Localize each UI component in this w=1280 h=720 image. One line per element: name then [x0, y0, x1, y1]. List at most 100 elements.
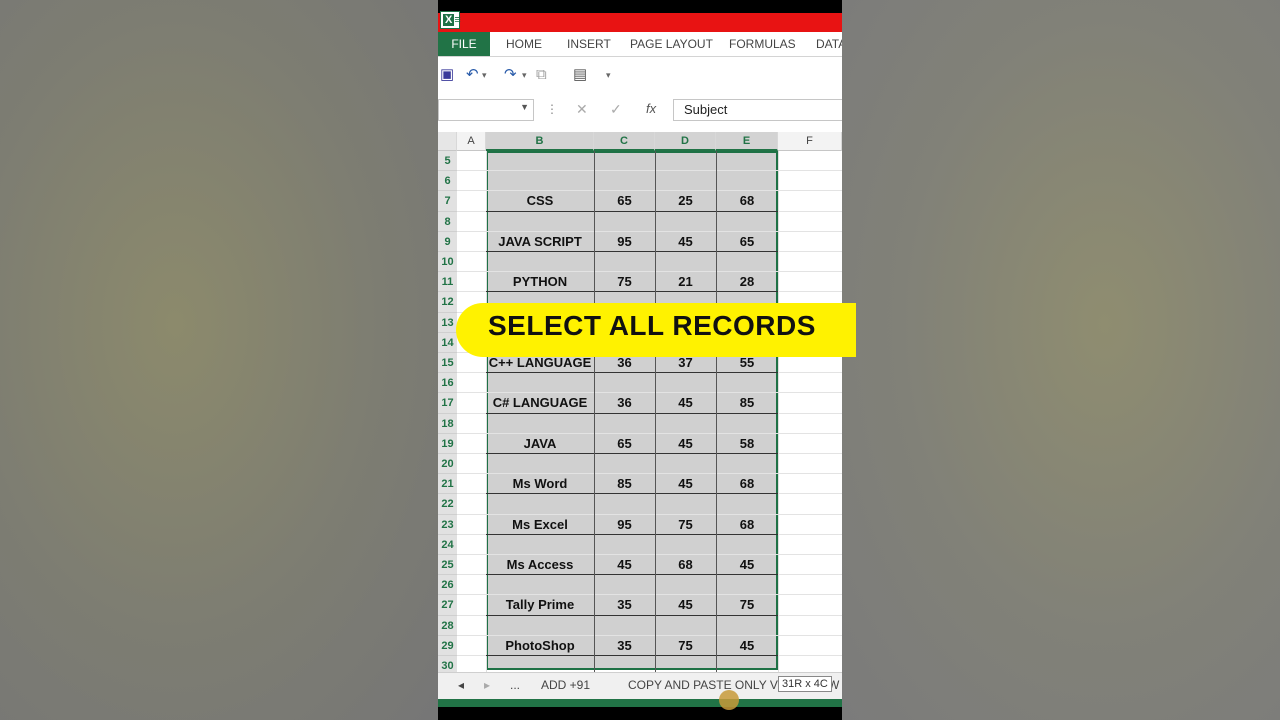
- enter-icon[interactable]: ✓: [610, 101, 622, 118]
- cell-b[interactable]: [486, 252, 594, 272]
- cell-d[interactable]: [655, 494, 716, 514]
- cell-e[interactable]: [716, 171, 778, 191]
- cell-e[interactable]: [716, 616, 778, 636]
- sheet-more[interactable]: ...: [510, 678, 520, 692]
- cell-e[interactable]: 68: [716, 474, 778, 495]
- undo-dropdown-icon[interactable]: ▾: [482, 66, 487, 84]
- sheet-next-icon[interactable]: ▸: [484, 678, 490, 692]
- row-header[interactable]: 22: [438, 494, 457, 515]
- worksheet-grid[interactable]: A B C D E F 5 6 7 CSS 65 25 68 8 9 JAVA SCRIPT 95 4…: [438, 132, 842, 677]
- cell-c[interactable]: [594, 414, 655, 434]
- row-header[interactable]: 29: [438, 635, 457, 656]
- col-header-f[interactable]: F: [778, 132, 842, 151]
- cell-d[interactable]: [655, 252, 716, 272]
- cell-e[interactable]: [716, 454, 778, 474]
- col-header-d[interactable]: D: [655, 132, 716, 151]
- cell-c[interactable]: [594, 171, 655, 191]
- row-header[interactable]: 15: [438, 353, 457, 374]
- cell-c[interactable]: 36: [594, 393, 655, 414]
- cell-c[interactable]: 95: [594, 232, 655, 252]
- cell-c[interactable]: [594, 575, 655, 595]
- cell-b[interactable]: CSS: [486, 191, 594, 212]
- row-header[interactable]: 8: [438, 211, 457, 232]
- col-header-a[interactable]: A: [457, 132, 486, 151]
- cell-c[interactable]: 65: [594, 434, 655, 454]
- cell-d[interactable]: 25: [655, 191, 716, 212]
- row-header[interactable]: 5: [438, 151, 457, 172]
- cell-d[interactable]: [655, 414, 716, 434]
- redo-dropdown-icon[interactable]: ▾: [522, 66, 527, 84]
- cell-b[interactable]: [486, 616, 594, 636]
- col-header-b[interactable]: B: [486, 132, 594, 151]
- cell-c[interactable]: 35: [594, 636, 655, 656]
- cell-b[interactable]: [486, 414, 594, 434]
- cell-c[interactable]: [594, 616, 655, 636]
- cell-c[interactable]: [594, 535, 655, 555]
- cell-b[interactable]: PhotoShop: [486, 636, 594, 656]
- cell-c[interactable]: 45: [594, 555, 655, 576]
- cell-e[interactable]: [716, 535, 778, 555]
- cell-e[interactable]: 68: [716, 191, 778, 212]
- cell-b[interactable]: C# LANGUAGE: [486, 393, 594, 414]
- row-header[interactable]: 7: [438, 191, 457, 212]
- cell-b[interactable]: Ms Access: [486, 555, 594, 576]
- cell-d[interactable]: 75: [655, 515, 716, 535]
- cell-c[interactable]: [594, 373, 655, 393]
- form-icon[interactable]: ▤: [573, 66, 587, 84]
- cell-d[interactable]: [655, 616, 716, 636]
- sheet-prev-icon[interactable]: ◂: [458, 678, 464, 692]
- cell-d[interactable]: [655, 151, 716, 171]
- cell-d[interactable]: [655, 373, 716, 393]
- tab-formulas[interactable]: FORMULAS: [729, 32, 796, 56]
- row-header[interactable]: 14: [438, 332, 457, 353]
- cell-c[interactable]: 95: [594, 515, 655, 535]
- cell-e[interactable]: 65: [716, 232, 778, 252]
- cell-b[interactable]: Tally Prime: [486, 595, 594, 616]
- row-header[interactable]: 28: [438, 615, 457, 636]
- save-icon[interactable]: ▣: [440, 66, 454, 84]
- cell-e[interactable]: [716, 575, 778, 595]
- cell-b[interactable]: [486, 151, 594, 171]
- row-header[interactable]: 26: [438, 575, 457, 596]
- cell-e[interactable]: 75: [716, 595, 778, 616]
- row-header[interactable]: 24: [438, 534, 457, 555]
- cell-b[interactable]: [486, 171, 594, 191]
- customize-toolbar-icon[interactable]: ▾: [606, 66, 611, 84]
- cell-e[interactable]: [716, 494, 778, 514]
- cell-b[interactable]: [486, 454, 594, 474]
- tab-insert[interactable]: INSERT: [567, 32, 611, 56]
- tab-data[interactable]: DATA: [816, 32, 842, 56]
- cell-b[interactable]: [486, 535, 594, 555]
- cell-e[interactable]: [716, 373, 778, 393]
- undo-icon[interactable]: ↶: [466, 66, 479, 84]
- cell-b[interactable]: [486, 575, 594, 595]
- row-header[interactable]: 23: [438, 514, 457, 535]
- tab-home[interactable]: HOME: [506, 32, 542, 56]
- cell-e[interactable]: [716, 212, 778, 232]
- cell-d[interactable]: 45: [655, 393, 716, 414]
- cell-d[interactable]: [655, 454, 716, 474]
- cell-b[interactable]: [486, 494, 594, 514]
- cell-c[interactable]: [594, 454, 655, 474]
- col-header-e[interactable]: E: [716, 132, 778, 151]
- insert-function-icon[interactable]: fx: [646, 101, 656, 116]
- cell-d[interactable]: 68: [655, 555, 716, 576]
- row-header[interactable]: 18: [438, 413, 457, 434]
- cell-d[interactable]: 21: [655, 272, 716, 293]
- row-header[interactable]: 12: [438, 292, 457, 313]
- cell-d[interactable]: [655, 535, 716, 555]
- paste-icon[interactable]: ⧉: [536, 66, 547, 84]
- cell-d[interactable]: [655, 212, 716, 232]
- cell-c[interactable]: [594, 494, 655, 514]
- cell-c[interactable]: 75: [594, 272, 655, 293]
- cell-e[interactable]: 58: [716, 434, 778, 454]
- cell-d[interactable]: 45: [655, 474, 716, 495]
- cell-b[interactable]: Ms Word: [486, 474, 594, 495]
- cell-c[interactable]: [594, 212, 655, 232]
- row-header[interactable]: 10: [438, 252, 457, 273]
- sheet-tab-add-91[interactable]: ADD +91: [541, 678, 590, 692]
- cell-b[interactable]: JAVA SCRIPT: [486, 232, 594, 252]
- row-header[interactable]: 13: [438, 312, 457, 333]
- cell-e[interactable]: 68: [716, 515, 778, 535]
- cell-e[interactable]: [716, 151, 778, 171]
